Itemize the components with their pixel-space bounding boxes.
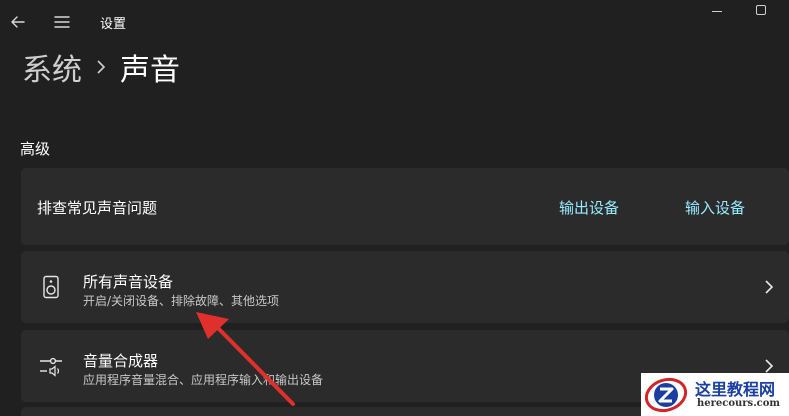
input-devices-link[interactable]: 输入设备: [685, 197, 745, 218]
breadcrumb: 系统 声音: [22, 44, 180, 90]
troubleshoot-card: 排查常见声音问题 输出设备 输入设备: [21, 168, 789, 245]
watermark-logo-icon: [644, 377, 688, 413]
hamburger-icon: [54, 16, 70, 28]
section-title-advanced: 高级: [20, 140, 51, 158]
back-arrow-icon: [11, 16, 25, 28]
minimize-button[interactable]: [706, 0, 730, 20]
maximize-button[interactable]: [750, 0, 774, 20]
all-sound-devices-row[interactable]: 所有声音设备 开启/关闭设备、排除故障、其他选项: [21, 251, 789, 323]
breadcrumb-chevron-icon: [96, 59, 106, 75]
row-subtitle: 应用程序音量混合、应用程序输入和输出设备: [83, 373, 324, 387]
watermark-name: 这里教程网: [695, 380, 776, 399]
back-button[interactable]: [4, 8, 32, 36]
watermark-url: herecours.com: [697, 398, 781, 409]
title-bar: 设置: [0, 0, 789, 44]
navigation-menu-button[interactable]: [48, 8, 76, 36]
row-title: 所有声音设备: [83, 273, 174, 291]
chevron-right-icon: [765, 280, 774, 294]
app-title: 设置: [100, 17, 127, 32]
speaker-icon: [43, 275, 59, 299]
row-title: 音量合成器: [83, 352, 159, 370]
chevron-right-icon: [765, 359, 774, 373]
row-subtitle: 开启/关闭设备、排除故障、其他选项: [83, 294, 280, 308]
page-title: 声音: [120, 53, 180, 88]
troubleshoot-label: 排查常见声音问题: [37, 199, 158, 217]
watermark: 这里教程网 herecours.com: [641, 373, 789, 416]
mixer-icon: [40, 357, 62, 377]
output-devices-link[interactable]: 输出设备: [559, 197, 619, 218]
breadcrumb-system[interactable]: 系统: [22, 45, 82, 89]
